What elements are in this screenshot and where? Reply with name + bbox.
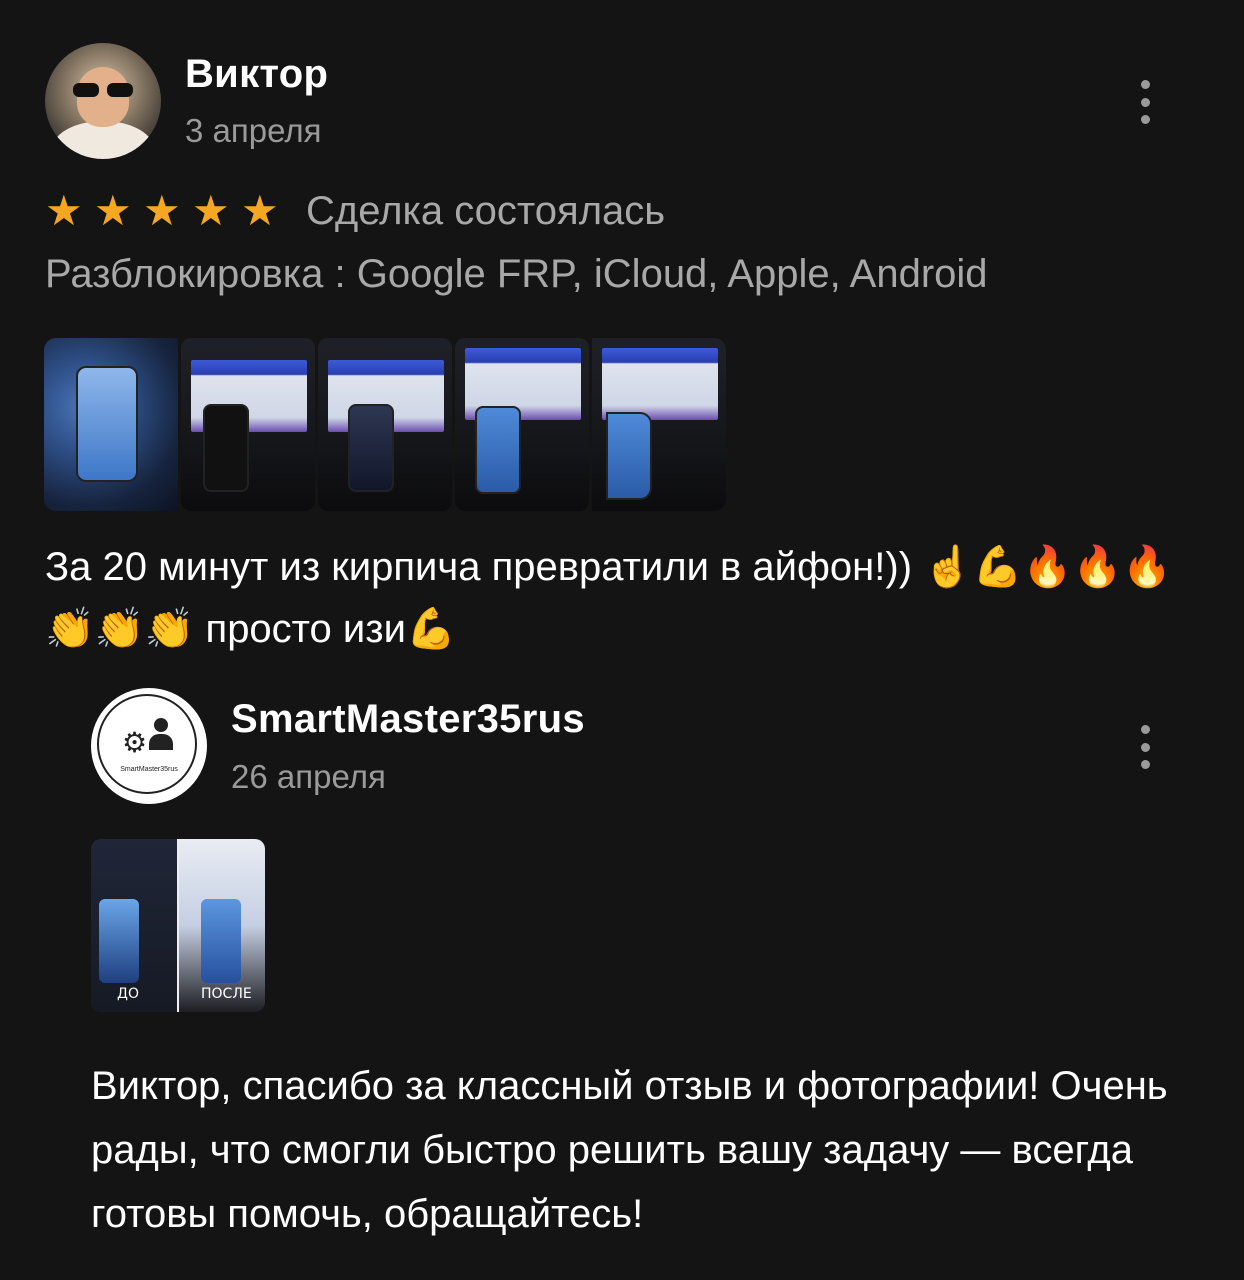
- after-label: ПОСЛЕ: [201, 986, 252, 1002]
- review-card: Виктор 3 апреля ★ ★ ★ ★ ★ Сделка состоял…: [0, 0, 1244, 1280]
- deal-status: Сделка состоялась: [306, 189, 666, 233]
- reply-photo-thumb[interactable]: ДО ПОСЛЕ: [91, 839, 265, 1012]
- phone-image: [76, 366, 138, 482]
- review-photo-thumb[interactable]: [318, 338, 452, 511]
- star-icon: ★: [241, 187, 279, 234]
- service-category: Разблокировка : Google FRP, iCloud, Appl…: [45, 252, 988, 296]
- phone-image: [475, 406, 521, 494]
- monitor-image: [602, 348, 718, 420]
- avatar-sunglasses: [73, 83, 133, 97]
- review-photo-thumb[interactable]: [44, 338, 178, 511]
- rating-stars: ★ ★ ★ ★ ★: [45, 190, 290, 232]
- phone-image: [99, 899, 139, 983]
- after-photo: ПОСЛЕ: [179, 839, 265, 1012]
- before-label: ДО: [117, 986, 139, 1002]
- phone-image: [203, 404, 249, 492]
- gear-icon: ⚙: [122, 727, 148, 758]
- review-photo-thumb[interactable]: [181, 338, 315, 511]
- review-menu-icon[interactable]: [1134, 80, 1156, 124]
- review-date: 3 апреля: [185, 112, 322, 149]
- person-icon: [149, 718, 173, 750]
- phone-image: [606, 412, 652, 500]
- reply-date: 26 апреля: [231, 758, 386, 795]
- review-photo-thumb[interactable]: [455, 338, 589, 511]
- avatar-face: [77, 67, 129, 127]
- star-icon: ★: [192, 187, 230, 234]
- seller-name[interactable]: SmartMaster35rus: [231, 697, 585, 742]
- review-photos: [44, 338, 726, 511]
- reply-menu-icon[interactable]: [1134, 725, 1156, 769]
- phone-image: [201, 899, 241, 983]
- reply-text: Виктор, спасибо за классный отзыв и фото…: [91, 1064, 1168, 1236]
- star-icon: ★: [143, 187, 181, 234]
- star-icon: ★: [45, 187, 83, 234]
- star-icon: ★: [94, 187, 132, 234]
- seller-avatar[interactable]: ⚙ SmartMaster35rus: [91, 688, 207, 804]
- review-photo-thumb[interactable]: [592, 338, 726, 511]
- phone-image: [348, 404, 394, 492]
- before-photo: ДО: [91, 839, 179, 1012]
- logo-caption: SmartMaster35rus: [120, 766, 178, 773]
- reviewer-name[interactable]: Виктор: [185, 52, 328, 97]
- reviewer-avatar[interactable]: [45, 43, 161, 159]
- review-text: За 20 минут из кирпича превратили в айфо…: [45, 545, 1173, 651]
